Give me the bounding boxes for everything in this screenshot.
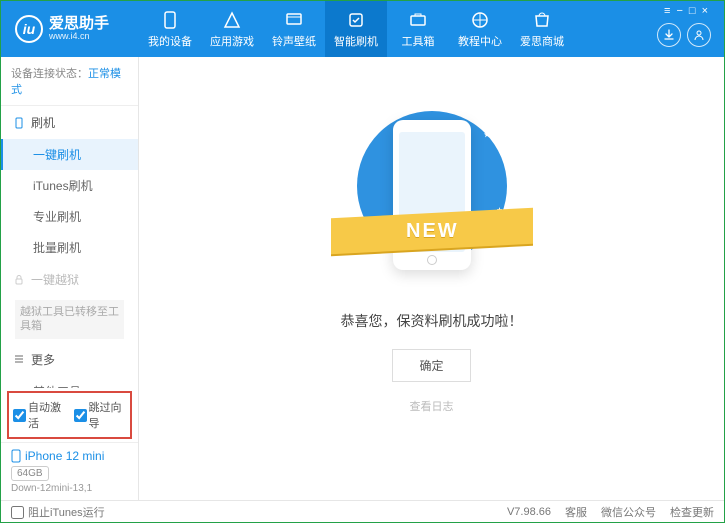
device-name-row: iPhone 12 mini [11, 449, 128, 463]
sidebar-item-flash-0[interactable]: 一键刷机 [1, 139, 138, 170]
sidebar-item-more-0[interactable]: 其他工具 [1, 376, 138, 388]
group-jailbreak-label: 一键越狱 [31, 271, 79, 288]
nav-icon [346, 10, 366, 30]
sidebar: 设备连接状态：正常模式 刷机 一键刷机iTunes刷机专业刷机批量刷机 一键越狱… [1, 57, 139, 500]
nav-icon [470, 10, 490, 30]
main-content: NEW 恭喜您，保资料刷机成功啦！ 确定 查看日志 [139, 57, 724, 500]
device-name: iPhone 12 mini [25, 449, 104, 463]
auto-activate-checkbox[interactable]: 自动激活 [13, 399, 66, 431]
check-update-link[interactable]: 检查更新 [670, 504, 714, 520]
user-icon[interactable] [687, 23, 711, 47]
device-panel[interactable]: iPhone 12 mini 64GB Down-12mini-13,1 [1, 442, 138, 500]
jailbreak-note: 越狱工具已转移至工具箱 [15, 300, 124, 339]
minimize-icon[interactable]: − [676, 5, 682, 17]
nav-item-0[interactable]: 我的设备 [139, 1, 201, 57]
download-icon[interactable] [657, 23, 681, 47]
maximize-icon[interactable]: □ [689, 5, 696, 17]
nav-item-2[interactable]: 铃声壁纸 [263, 1, 325, 57]
sidebar-item-flash-2[interactable]: 专业刷机 [1, 201, 138, 232]
sidebar-group-jailbreak: 一键越狱 [1, 263, 138, 296]
menu-icon [13, 353, 25, 365]
nav-icon [532, 10, 552, 30]
sidebar-options-highlight: 自动激活 跳过向导 [7, 391, 132, 439]
nav-label: 应用游戏 [210, 33, 254, 49]
nav-label: 爱思商城 [520, 33, 564, 49]
device-phone-icon [11, 449, 21, 463]
logo-icon: iu [15, 15, 43, 43]
skip-guide-checkbox[interactable]: 跳过向导 [74, 399, 127, 431]
top-nav: 我的设备 应用游戏 铃声壁纸 智能刷机 工具箱 教程中心 爱思商城 [139, 1, 724, 57]
connection-status: 设备连接状态：正常模式 [1, 57, 138, 106]
nav-icon [284, 10, 304, 30]
nav-label: 工具箱 [402, 33, 435, 49]
titlebar: iu 爱思助手 www.i4.cn 我的设备 应用游戏 铃声壁纸 智能刷机 工具箱 教程中… [1, 1, 724, 57]
group-flash-label: 刷机 [31, 114, 55, 131]
nav-item-4[interactable]: 工具箱 [387, 1, 449, 57]
nav-icon [408, 10, 428, 30]
device-firmware: Down-12mini-13,1 [11, 483, 128, 494]
window-controls: ≡ − □ × [654, 5, 718, 17]
nav-item-1[interactable]: 应用游戏 [201, 1, 263, 57]
phone-icon [13, 117, 25, 129]
nav-label: 智能刷机 [334, 33, 378, 49]
customer-service-link[interactable]: 客服 [565, 504, 587, 520]
nav-item-3[interactable]: 智能刷机 [325, 1, 387, 57]
footer: 阻止iTunes运行 V7.98.66 客服 微信公众号 检查更新 [1, 500, 724, 523]
auto-activate-label: 自动激活 [28, 399, 66, 431]
nav-item-5[interactable]: 教程中心 [449, 1, 511, 57]
block-itunes-label: 阻止iTunes运行 [28, 504, 105, 520]
wechat-link[interactable]: 微信公众号 [601, 504, 656, 520]
skip-guide-label: 跳过向导 [89, 399, 127, 431]
group-more-label: 更多 [31, 351, 55, 368]
sidebar-item-flash-3[interactable]: 批量刷机 [1, 232, 138, 263]
nav-label: 我的设备 [148, 33, 192, 49]
close-icon[interactable]: × [702, 5, 708, 17]
sidebar-group-flash[interactable]: 刷机 [1, 106, 138, 139]
nav-icon [222, 10, 242, 30]
status-label: 设备连接状态： [11, 68, 88, 80]
nav-icon [160, 10, 180, 30]
ribbon-text: NEW [405, 220, 458, 243]
device-storage-badge: 64GB [11, 466, 49, 481]
nav-item-6[interactable]: 爱思商城 [511, 1, 573, 57]
nav-label: 铃声壁纸 [272, 33, 316, 49]
block-itunes-checkbox[interactable]: 阻止iTunes运行 [11, 504, 105, 520]
lock-icon [13, 274, 25, 286]
success-illustration: NEW [357, 105, 507, 285]
success-message: 恭喜您，保资料刷机成功啦！ [341, 311, 523, 331]
ok-button[interactable]: 确定 [392, 349, 470, 382]
view-log-link[interactable]: 查看日志 [410, 398, 454, 414]
menu-icon[interactable]: ≡ [664, 5, 670, 17]
brand: iu 爱思助手 www.i4.cn [1, 15, 139, 43]
brand-subtitle: www.i4.cn [49, 32, 109, 42]
sidebar-item-flash-1[interactable]: iTunes刷机 [1, 170, 138, 201]
sidebar-group-more[interactable]: 更多 [1, 343, 138, 376]
brand-title: 爱思助手 [49, 16, 109, 33]
version-label: V7.98.66 [507, 506, 551, 518]
nav-label: 教程中心 [458, 33, 502, 49]
